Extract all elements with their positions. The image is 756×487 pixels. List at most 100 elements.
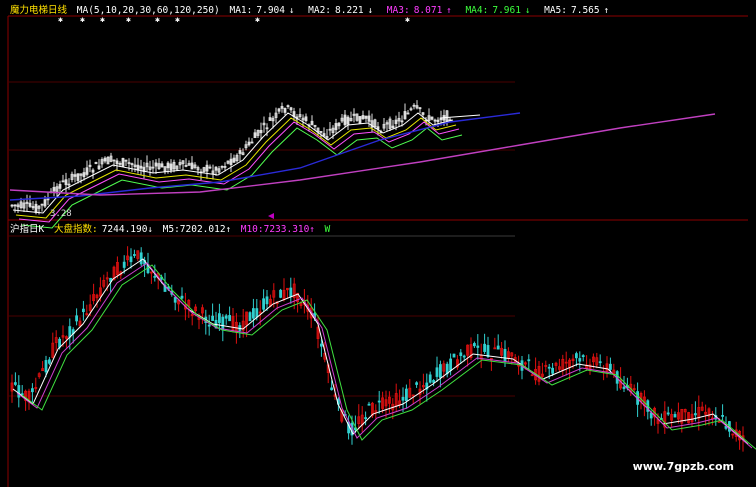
upper-candle-body	[412, 104, 416, 107]
lower-candle-body	[609, 363, 612, 370]
lower-candle-body	[377, 400, 381, 403]
ma2-label: MA2:	[308, 5, 332, 16]
upper-candle-body	[247, 141, 251, 146]
upper-candle-body	[220, 165, 224, 168]
lower-candle-body	[319, 343, 323, 347]
m5-label: M5:	[162, 224, 180, 235]
lower-candle-body	[289, 287, 293, 297]
upper-candle-body	[232, 157, 236, 163]
lower-candle-body	[44, 360, 48, 373]
upper-candle-body	[208, 166, 212, 169]
upper-candle-body	[34, 203, 38, 213]
signal-marker: ✱	[80, 15, 85, 24]
ma3-value: 8.071	[413, 5, 443, 16]
upper-candle-body	[10, 204, 14, 207]
lower-candle-body	[180, 295, 184, 299]
upper-candle-body	[88, 164, 92, 167]
upper-candle-body	[346, 116, 350, 125]
upper-candle-body	[319, 131, 323, 133]
ma5-label: MA5:	[544, 5, 567, 16]
watermark: www.7gpzb.com	[632, 460, 734, 473]
upper-candle-body	[304, 116, 308, 122]
ma5-readout: MA5: 7.565 ↑	[544, 5, 613, 16]
lower-candle-body	[173, 297, 177, 303]
lower-candle-body	[217, 313, 221, 324]
upper-candle-body	[13, 204, 17, 207]
upper-candle-body	[124, 159, 128, 162]
lower-candle-body	[449, 358, 453, 371]
m5-value: 7202.012	[179, 224, 226, 235]
upper-candle-body	[73, 174, 77, 177]
upper-candle-body	[103, 157, 107, 162]
lower-candle-body	[58, 338, 61, 348]
m5-arrow: ↑	[225, 225, 231, 235]
upper-candle-body	[418, 107, 422, 110]
lower-candle-body	[459, 352, 463, 356]
w-label: W	[324, 224, 331, 235]
lower-candle-body	[432, 380, 436, 383]
upper-candle-body	[31, 206, 35, 209]
upper-candle-body	[184, 165, 188, 167]
lower-candle-body	[401, 396, 405, 401]
lower-candle-body	[132, 254, 136, 256]
upper-candle-body	[334, 123, 338, 131]
ma4-arrow: ↓	[524, 6, 531, 16]
lower-candle-body	[207, 324, 211, 327]
lower-candle-body	[462, 355, 466, 358]
lower-candle-body	[279, 289, 283, 298]
signal-marker: ✱	[126, 15, 131, 24]
upper-candle-body	[28, 202, 32, 207]
ma4-label: MA4:	[465, 5, 489, 16]
upper-candle-body	[358, 116, 362, 124]
lower-candle-body	[452, 353, 456, 358]
upper-candle-body	[76, 173, 80, 181]
stock-chart-window: 魔力电梯日线 MA(5,10,20,30,60,120,250) MA1: 7.9…	[0, 0, 756, 487]
upper-candle-body	[121, 157, 125, 167]
ma5-arrow: ↑	[603, 6, 610, 16]
upper-candle-body	[433, 119, 437, 122]
ma5-value: 7.565	[571, 5, 600, 16]
ma1-readout: MA1: 7.904 ↓	[229, 5, 304, 16]
lower-candle-body	[694, 413, 697, 416]
lower-candle-body	[404, 388, 408, 401]
lower-candle-body	[435, 367, 439, 377]
lower-candle-body	[68, 326, 72, 338]
lower-candle-body	[211, 315, 215, 321]
upper-candle-body	[97, 165, 101, 170]
lower-candle-body	[251, 308, 255, 319]
upper-candle-body	[328, 128, 332, 131]
ma-params: MA(5,10,20,30,60,120,250)	[76, 5, 220, 16]
chart-canvas[interactable]	[0, 0, 756, 487]
lower-candle-body	[438, 364, 442, 378]
ma1-value: 7.904	[256, 5, 285, 16]
upper-candle-body	[343, 114, 347, 126]
lower-candle-body	[472, 343, 476, 347]
upper-candle-body	[190, 162, 194, 170]
ma1-label: MA1:	[229, 5, 253, 16]
lower-candle-body	[666, 412, 670, 415]
accent-marker	[268, 213, 274, 219]
upper-candle-body	[43, 199, 47, 207]
ma4-value: 7.961	[492, 5, 521, 16]
lower-candle-body	[551, 367, 554, 374]
ma4-readout: MA4: 7.961 ↓	[465, 5, 540, 16]
upper-candle-body	[166, 162, 170, 169]
lower-candle-body	[415, 382, 419, 385]
lower-candle-body	[428, 374, 432, 383]
upper-candle-body	[169, 163, 173, 171]
lower-candle-body	[13, 382, 17, 385]
upper-candle-body	[238, 150, 242, 154]
upper-candle-body	[364, 115, 368, 119]
signal-marker: ✱	[255, 15, 260, 24]
lower-candle-body	[262, 298, 266, 310]
upper-candle-body	[52, 186, 56, 192]
index-label: 大盘指数:	[53, 224, 98, 235]
upper-candle-body	[259, 129, 263, 134]
ma3-arrow: ↑	[446, 6, 452, 16]
signal-marker: ✱	[58, 15, 63, 24]
signal-marker: ✱	[155, 15, 160, 24]
m10-arrow: ↑	[309, 225, 315, 235]
ma2-readout: MA2: 8.221 ↓	[308, 5, 383, 16]
upper-candle-body	[286, 105, 290, 108]
upper-candle-body	[64, 179, 68, 186]
